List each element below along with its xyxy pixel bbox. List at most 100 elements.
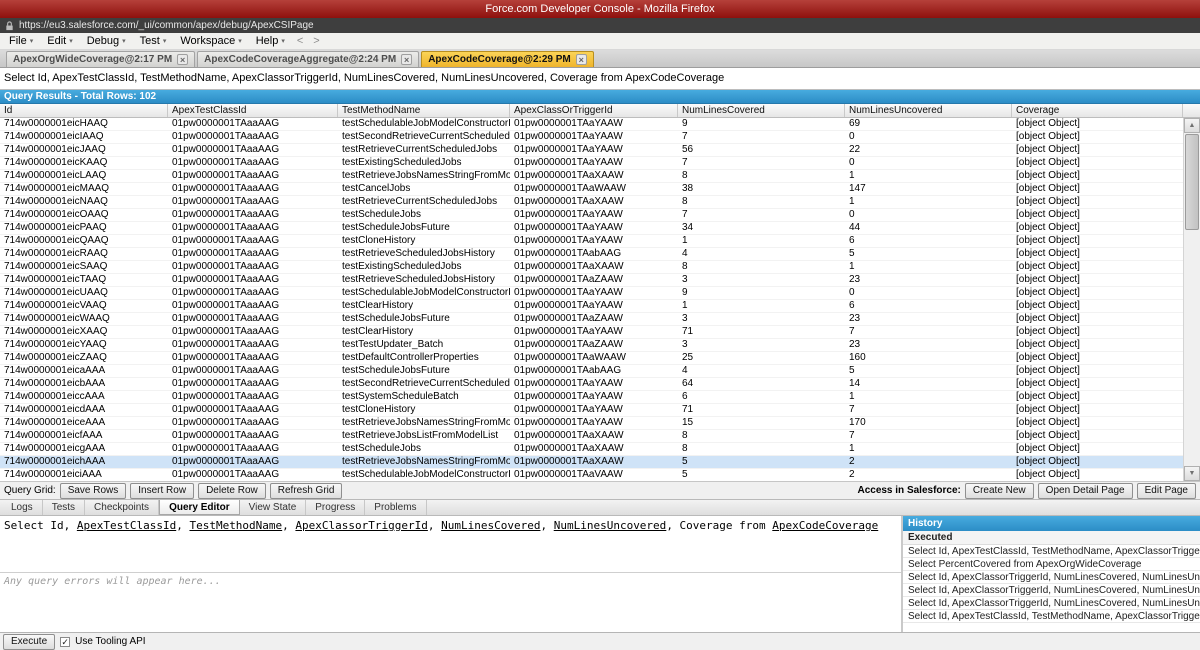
table-row[interactable]: 714w0000001eicZAAQ 01pw0000001TAaaAAG test… — [0, 352, 1183, 365]
table-row[interactable]: 714w0000001eicbAAA 01pw0000001TAaaAAG test… — [0, 378, 1183, 391]
table-cell: testCloneHistory — [342, 235, 416, 246]
table-cell: 5 — [682, 469, 688, 480]
field-token[interactable]: ApexClassorTriggerId — [295, 519, 427, 532]
panel-tab-checkpoints[interactable]: Checkpoints — [85, 500, 160, 515]
table-row[interactable]: 714w0000001eicJAAQ 01pw0000001TAaaAAG test… — [0, 144, 1183, 157]
panel-tab-query-editor[interactable]: Query Editor — [159, 500, 240, 515]
table-row[interactable]: 714w0000001eicVAAQ 01pw0000001TAaaAAG test… — [0, 300, 1183, 313]
table-row[interactable]: 714w0000001eiccAAA 01pw0000001TAaaAAG test… — [0, 391, 1183, 404]
table-row[interactable]: 714w0000001eicPAAQ 01pw0000001TAaaAAG test… — [0, 222, 1183, 235]
column-header[interactable]: Coverage — [1012, 104, 1183, 117]
query-editor-input[interactable]: Select Id, ApexTestClassId, TestMethodNa… — [0, 516, 901, 572]
table-row[interactable]: 714w0000001eiciAAA 01pw0000001TAaaAAG test… — [0, 469, 1183, 481]
query-results-header: Query Results - Total Rows: 102 — [0, 90, 1200, 104]
workspace-tab[interactable]: ApexCodeCoverage@2:29 PM × — [421, 51, 594, 67]
table-row[interactable]: 714w0000001eicIAAQ 01pw0000001TAaaAAG test… — [0, 131, 1183, 144]
query-readout[interactable]: Select Id, ApexTestClassId, TestMethodNa… — [0, 68, 1200, 90]
scroll-down-icon[interactable]: ▼ — [1184, 466, 1200, 481]
column-header[interactable]: ApexClassOrTriggerId — [510, 104, 678, 117]
menu-debug[interactable]: Debug ▾ — [80, 33, 133, 49]
close-icon[interactable]: × — [177, 54, 189, 65]
table-row[interactable]: 714w0000001eicYAAQ 01pw0000001TAaaAAG test… — [0, 339, 1183, 352]
table-cell: [object Object] — [1016, 326, 1080, 337]
table-row[interactable]: 714w0000001eicaAAA 01pw0000001TAaaAAG test… — [0, 365, 1183, 378]
save-rows-button[interactable]: Save Rows — [59, 482, 127, 499]
execute-button[interactable]: Execute — [3, 633, 56, 650]
history-item[interactable]: Select Id, ApexClassorTriggerId, NumLine… — [903, 571, 1200, 584]
table-row[interactable]: 714w0000001eicfAAA 01pw0000001TAaaAAG test… — [0, 430, 1183, 443]
table-row[interactable]: 714w0000001eicgAAA 01pw0000001TAaaAAG test… — [0, 443, 1183, 456]
table-row[interactable]: 714w0000001eichAAA 01pw0000001TAaaAAG test… — [0, 456, 1183, 469]
scroll-up-icon[interactable]: ▲ — [1184, 118, 1200, 133]
column-header[interactable]: Id — [0, 104, 168, 117]
nav-forward-icon[interactable]: > — [308, 35, 324, 47]
history-item[interactable]: Select PercentCovered from ApexOrgWideCo… — [903, 558, 1200, 571]
menu-edit[interactable]: Edit ▾ — [40, 33, 79, 49]
menu-test[interactable]: Test ▾ — [133, 33, 174, 49]
close-icon[interactable]: × — [575, 54, 587, 65]
history-item[interactable]: Select Id, ApexTestClassId, TestMethodNa… — [903, 545, 1200, 558]
table-row[interactable]: 714w0000001eicLAAQ 01pw0000001TAaaAAG test… — [0, 170, 1183, 183]
table-row[interactable]: 714w0000001eicWAAQ 01pw0000001TAaaAAG test… — [0, 313, 1183, 326]
table-row[interactable]: 714w0000001eicNAAQ 01pw0000001TAaaAAG test… — [0, 196, 1183, 209]
table-row[interactable]: 714w0000001eicMAAQ 01pw0000001TAaaAAG test… — [0, 183, 1183, 196]
query-grid-toolbar: Query Grid: Save Rows Insert Row Delete … — [0, 481, 1200, 499]
workspace-tab[interactable]: ApexCodeCoverageAggregate@2:24 PM × — [197, 51, 420, 67]
column-header[interactable]: ApexTestClassId — [168, 104, 338, 117]
field-token[interactable]: TestMethodName — [189, 519, 282, 532]
panel-tab-problems[interactable]: Problems — [365, 500, 427, 515]
workspace-tab[interactable]: ApexOrgWideCoverage@2:17 PM × — [6, 51, 196, 67]
delete-row-button[interactable]: Delete Row — [198, 482, 266, 499]
close-icon[interactable]: × — [401, 54, 413, 65]
refresh-grid-button[interactable]: Refresh Grid — [269, 482, 343, 499]
menu-workspace[interactable]: Workspace ▾ — [173, 33, 248, 49]
url-bar[interactable]: https://eu3.salesforce.com/_ui/common/ap… — [0, 18, 1200, 33]
table-row[interactable]: 714w0000001eicUAAQ 01pw0000001TAaaAAG test… — [0, 287, 1183, 300]
table-cell: 01pw0000001TAaXAAW — [514, 261, 624, 272]
history-item[interactable]: Select Id, ApexClassorTriggerId, NumLine… — [903, 584, 1200, 597]
table-row[interactable]: 714w0000001eiceAAA 01pw0000001TAaaAAG test… — [0, 417, 1183, 430]
menu-help[interactable]: Help ▾ — [249, 33, 292, 49]
use-tooling-api-checkbox[interactable]: ✓ — [60, 636, 71, 647]
table-row[interactable]: 714w0000001eicHAAQ 01pw0000001TAaaAAG test… — [0, 118, 1183, 131]
table-row[interactable]: 714w0000001eicdAAA 01pw0000001TAaaAAG test… — [0, 404, 1183, 417]
scrollbar-thumb[interactable] — [1185, 134, 1199, 230]
field-token[interactable]: NumLinesCovered — [441, 519, 540, 532]
panel-tab-view-state[interactable]: View State — [240, 500, 307, 515]
panel-tab-logs[interactable]: Logs — [2, 500, 43, 515]
scrollbar-track[interactable] — [1184, 133, 1200, 466]
field-token[interactable]: NumLinesUncovered — [554, 519, 667, 532]
column-header[interactable]: TestMethodName — [338, 104, 510, 117]
table-cell: 714w0000001eicaAAA — [4, 365, 106, 376]
table-row[interactable]: 714w0000001eicTAAQ 01pw0000001TAaaAAG test… — [0, 274, 1183, 287]
history-item[interactable]: Select Id, ApexTestClassId, TestMethodNa… — [903, 610, 1200, 623]
table-row[interactable]: 714w0000001eicQAAQ 01pw0000001TAaaAAG test… — [0, 235, 1183, 248]
table-cell: 1 — [849, 261, 855, 272]
table-row[interactable]: 714w0000001eicKAAQ 01pw0000001TAaaAAG test… — [0, 157, 1183, 170]
table-cell: 714w0000001eicYAAQ — [4, 339, 107, 350]
history-item[interactable]: Select Id, ApexClassorTriggerId, NumLine… — [903, 597, 1200, 610]
table-row[interactable]: 714w0000001eicOAAQ 01pw0000001TAaaAAG test… — [0, 209, 1183, 222]
column-header[interactable]: NumLinesCovered — [678, 104, 845, 117]
table-cell: testCloneHistory — [342, 404, 416, 415]
table-cell: testRetrieveCurrentScheduledJobs — [342, 196, 498, 207]
table-cell: 01pw0000001TAaYAAW — [514, 118, 623, 129]
panel-tab-tests[interactable]: Tests — [43, 500, 86, 515]
table-row[interactable]: 714w0000001eicXAAQ 01pw0000001TAaaAAG test… — [0, 326, 1183, 339]
table-row[interactable]: 714w0000001eicSAAQ 01pw0000001TAaaAAG test… — [0, 261, 1183, 274]
field-token[interactable]: ApexTestClassId — [77, 519, 176, 532]
panel-tab-progress[interactable]: Progress — [306, 500, 366, 515]
create-new-button[interactable]: Create New — [964, 482, 1034, 499]
window-titlebar[interactable]: Force.com Developer Console - Mozilla Fi… — [0, 0, 1200, 18]
nav-back-icon[interactable]: < — [292, 35, 308, 47]
insert-row-button[interactable]: Insert Row — [130, 482, 195, 499]
table-row[interactable]: 714w0000001eicRAAQ 01pw0000001TAaaAAG test… — [0, 248, 1183, 261]
field-token[interactable]: ApexCodeCoverage — [772, 519, 878, 532]
edit-page-button[interactable]: Edit Page — [1136, 482, 1196, 499]
open-detail-page-button[interactable]: Open Detail Page — [1037, 482, 1133, 499]
menu-file[interactable]: File ▾ — [2, 33, 40, 49]
query-grid-label: Query Grid: — [4, 485, 56, 496]
vertical-scrollbar[interactable]: ▲ ▼ — [1183, 118, 1200, 481]
table-cell: 01pw0000001TAaaAAG — [172, 235, 280, 246]
column-header[interactable]: NumLinesUncovered — [845, 104, 1012, 117]
